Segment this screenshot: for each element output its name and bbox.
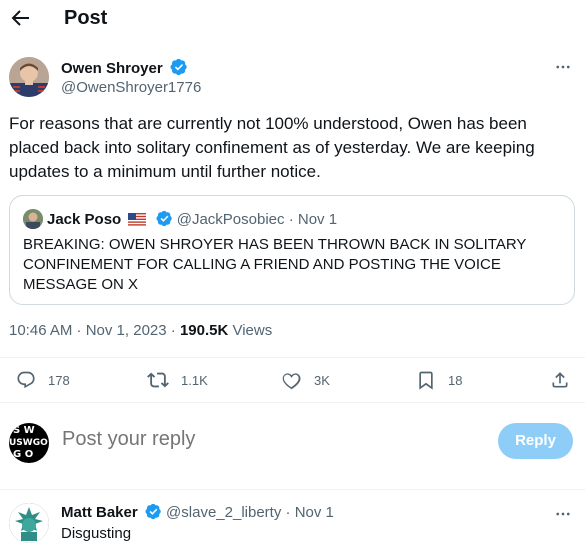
like-icon — [282, 373, 301, 390]
commenter-name[interactable]: Matt Baker — [61, 504, 138, 521]
quoted-author-handle: @JackPosobiec — [176, 211, 285, 228]
quoted-dot: · — [288, 211, 298, 228]
bookmark-icon — [419, 371, 433, 390]
quoted-author-name[interactable]: Jack Poso — [47, 211, 121, 228]
divider — [0, 489, 585, 490]
more-icon[interactable] — [554, 58, 572, 76]
back-arrow-icon[interactable] — [8, 6, 32, 30]
post-metadata: 10:46 AM · Nov 1, 2023 · 190.5K Views — [9, 322, 272, 339]
verified-icon — [156, 210, 172, 227]
share-icon — [552, 372, 568, 388]
comment-text: Disgusting — [61, 525, 132, 542]
comment-date[interactable]: Nov 1 — [295, 504, 334, 521]
reply-action[interactable]: 178 — [16, 369, 70, 391]
post-text: For reasons that are currently not 100% … — [9, 114, 535, 181]
bookmark-action[interactable]: 18 — [416, 369, 462, 391]
verified-icon — [170, 58, 187, 76]
us-flag-icon — [128, 213, 147, 226]
author-avatar[interactable] — [9, 57, 49, 97]
author-handle[interactable]: @OwenShroyer1776 — [61, 79, 201, 96]
user-avatar[interactable]: S W USWGO G O — [9, 423, 49, 463]
commenter-avatar[interactable] — [9, 503, 49, 543]
post-actions: 178 1.1K 3K 18 — [0, 358, 585, 402]
repost-icon — [147, 372, 169, 388]
post-timestamp[interactable]: 10:46 AM · Nov 1, 2023 · — [9, 322, 180, 339]
quoted-date: Nov 1 — [297, 211, 338, 228]
share-action[interactable] — [550, 369, 570, 391]
commenter-handle[interactable]: @slave_2_liberty — [166, 504, 281, 521]
quoted-text: BREAKING: OWEN SHROYER HAS BEEN THROWN B… — [23, 236, 527, 293]
reply-icon — [17, 371, 35, 389]
author-name[interactable]: Owen Shroyer — [61, 58, 188, 77]
quoted-post[interactable]: Jack Poso @JackPosobiec · Nov 1 BREAKING… — [9, 195, 575, 305]
quoted-avatar — [23, 209, 43, 229]
views-label: Views — [228, 322, 273, 339]
reply-input[interactable] — [62, 428, 422, 451]
views-count: 190.5K — [179, 322, 229, 339]
divider — [0, 402, 585, 403]
top-bar: Post — [0, 0, 585, 38]
comment-dot: · — [285, 504, 295, 521]
reply-composer: S W USWGO G O Reply — [0, 412, 585, 472]
reply-post[interactable]: Matt Baker @slave_2_liberty · Nov 1 Disg… — [0, 493, 585, 549]
repost-action[interactable]: 1.1K — [147, 369, 208, 391]
page-title: Post — [64, 7, 108, 29]
commenter-header: Matt Baker @slave_2_liberty · Nov 1 — [61, 503, 334, 521]
like-action[interactable]: 3K — [282, 369, 330, 391]
more-icon[interactable] — [554, 505, 572, 523]
verified-icon — [145, 503, 161, 520]
reply-button[interactable]: Reply — [498, 423, 573, 459]
quoted-header: Jack Poso @JackPosobiec · Nov 1 — [47, 210, 337, 228]
